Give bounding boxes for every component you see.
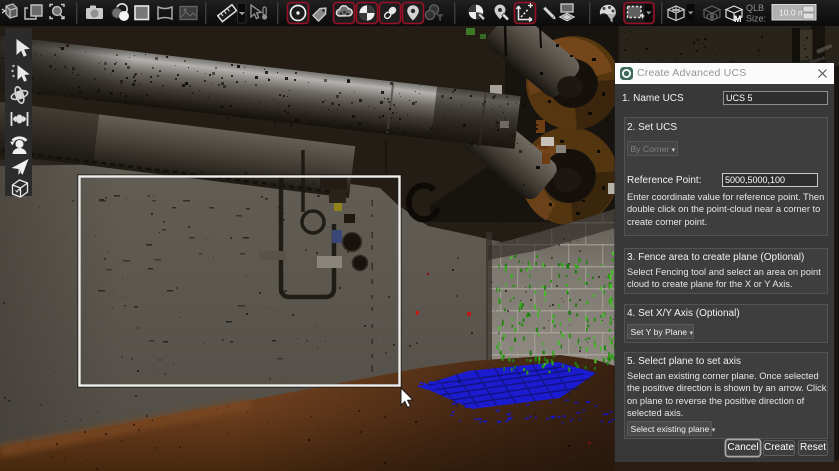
svg-text:10.0 m: 10.0 m <box>779 8 805 18</box>
svg-text:M: M <box>734 14 742 24</box>
svg-text:Size:: Size: <box>746 14 766 24</box>
svg-text:QLB: QLB <box>746 3 764 13</box>
